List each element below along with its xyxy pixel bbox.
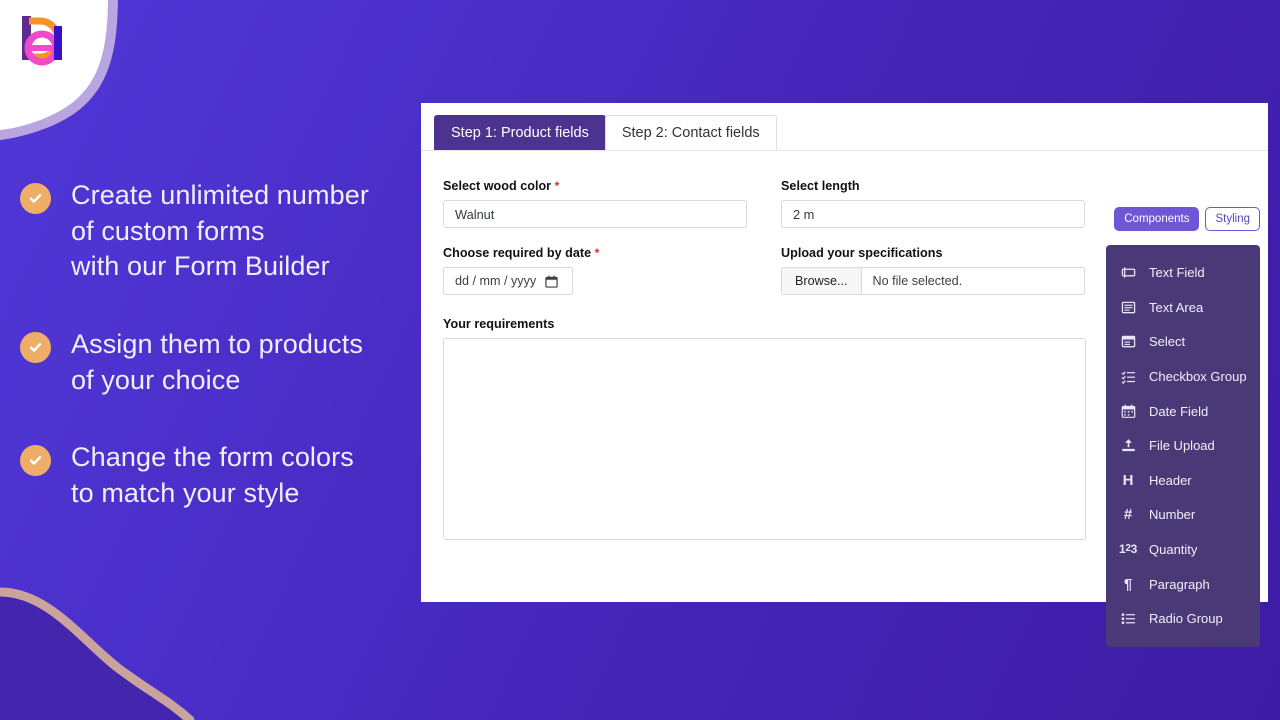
form-preview-area: Select wood color * Walnut Choose requir…	[421, 151, 1268, 647]
component-label: Select	[1149, 334, 1186, 350]
label-text: Your requirements	[443, 317, 555, 331]
field-label-required-date: Choose required by date *	[443, 246, 747, 260]
component-checkbox-group[interactable]: Checkbox Group	[1106, 359, 1260, 394]
component-quantity[interactable]: 123 Quantity	[1106, 532, 1260, 567]
radio-group-icon	[1118, 611, 1138, 626]
file-status-text: No file selected.	[872, 274, 963, 288]
form-column-right: Select length 2 m Upload your specificat…	[781, 179, 1085, 313]
component-label: Date Field	[1149, 403, 1209, 419]
component-number[interactable]: # Number	[1106, 498, 1260, 533]
field-wood-color: Select wood color * Walnut	[443, 179, 747, 228]
file-upload-icon	[1118, 438, 1138, 453]
field-label-length: Select length	[781, 179, 1085, 193]
check-circle-icon	[20, 445, 51, 477]
component-header[interactable]: H Header	[1106, 463, 1260, 498]
builder-right-rail: Components Styling Text Field Text Area …	[1104, 207, 1260, 647]
label-text: Select wood color	[443, 179, 552, 193]
components-toggle-button[interactable]: Components	[1114, 207, 1200, 232]
promo-bullet-list: Create unlimited number of custom forms …	[20, 178, 420, 511]
tab-step-2[interactable]: Step 2: Contact fields	[604, 115, 777, 150]
label-text: Upload your specifications	[781, 246, 943, 260]
components-panel: Text Field Text Area Select Checkbox Gro…	[1106, 245, 1260, 647]
field-label-requirements: Your requirements	[443, 317, 1086, 331]
promo-bullet: Change the form colors to match your sty…	[20, 440, 420, 511]
required-asterisk: *	[594, 246, 600, 260]
promo-bullet-text: Create unlimited number of custom forms …	[71, 180, 369, 282]
promo-bullet: Create unlimited number of custom forms …	[20, 178, 420, 285]
check-circle-icon	[20, 331, 51, 363]
component-select[interactable]: Select	[1106, 325, 1260, 360]
component-label: File Upload	[1149, 438, 1215, 454]
header-h-icon: H	[1122, 471, 1134, 489]
component-label: Header	[1149, 472, 1192, 488]
check-circle-icon	[20, 183, 51, 214]
text-field-icon	[1118, 265, 1138, 280]
checkbox-group-icon	[1118, 369, 1138, 384]
field-your-requirements: Your requirements	[443, 317, 1086, 540]
promo-bullet-text: Assign them to products of your choice	[71, 328, 363, 395]
field-length: Select length 2 m	[781, 179, 1085, 228]
component-date-field[interactable]: Date Field	[1106, 394, 1260, 429]
form-builder-card: Step 1: Product fields Step 2: Contact f…	[421, 103, 1268, 647]
component-label: Paragraph	[1149, 576, 1210, 592]
field-required-date: Choose required by date * dd / mm / yyyy	[443, 246, 747, 295]
calendar-icon[interactable]	[545, 275, 558, 288]
length-select[interactable]: 2 m	[781, 200, 1085, 228]
date-placeholder: dd / mm / yyyy	[455, 274, 537, 288]
component-paragraph[interactable]: ¶ Paragraph	[1106, 567, 1260, 602]
quantity-123-icon: 123	[1118, 542, 1137, 557]
component-label: Checkbox Group	[1149, 368, 1247, 384]
form-column-left: Select wood color * Walnut Choose requir…	[443, 179, 747, 313]
promo-bullet: Assign them to products of your choice	[20, 327, 420, 398]
component-label: Radio Group	[1149, 611, 1223, 627]
step-tabbar: Step 1: Product fields Step 2: Contact f…	[421, 103, 1268, 151]
browse-button[interactable]: Browse...	[782, 268, 862, 294]
required-asterisk: *	[554, 179, 560, 193]
component-file-upload[interactable]: File Upload	[1106, 428, 1260, 463]
field-label-upload: Upload your specifications	[781, 246, 1085, 260]
label-text: Choose required by date	[443, 246, 592, 260]
hash-icon: #	[1123, 506, 1133, 524]
component-label: Text Area	[1149, 299, 1204, 315]
wood-color-select[interactable]: Walnut	[443, 200, 747, 228]
file-upload-control[interactable]: Browse... No file selected.	[781, 267, 1085, 295]
logo-e-crossbar	[30, 45, 54, 51]
calendar-icon	[1118, 404, 1138, 419]
required-date-input[interactable]: dd / mm / yyyy	[443, 267, 573, 295]
wood-color-value: Walnut	[455, 206, 495, 222]
promo-bullet-text: Change the form colors to match your sty…	[71, 442, 354, 508]
tab-step-1[interactable]: Step 1: Product fields	[434, 115, 606, 150]
select-icon	[1118, 334, 1138, 349]
component-label: Quantity	[1149, 541, 1198, 557]
delirium-logo	[22, 16, 62, 66]
styling-toggle-button[interactable]: Styling	[1205, 207, 1260, 232]
label-text: Select length	[781, 179, 860, 193]
component-label: Number	[1149, 507, 1196, 523]
component-radio-group[interactable]: Radio Group	[1106, 601, 1260, 636]
component-text-field[interactable]: Text Field	[1106, 255, 1260, 290]
field-label-wood-color: Select wood color *	[443, 179, 747, 193]
text-area-icon	[1118, 300, 1138, 315]
pilcrow-icon: ¶	[1123, 575, 1133, 593]
requirements-textarea[interactable]	[443, 338, 1086, 540]
component-text-area[interactable]: Text Area	[1106, 290, 1260, 325]
logo-bar-right	[54, 26, 62, 60]
field-upload-specifications: Upload your specifications Browse... No …	[781, 246, 1085, 295]
component-label: Text Field	[1149, 265, 1205, 281]
length-value: 2 m	[793, 206, 815, 222]
rail-toggle-group: Components Styling	[1104, 207, 1260, 232]
